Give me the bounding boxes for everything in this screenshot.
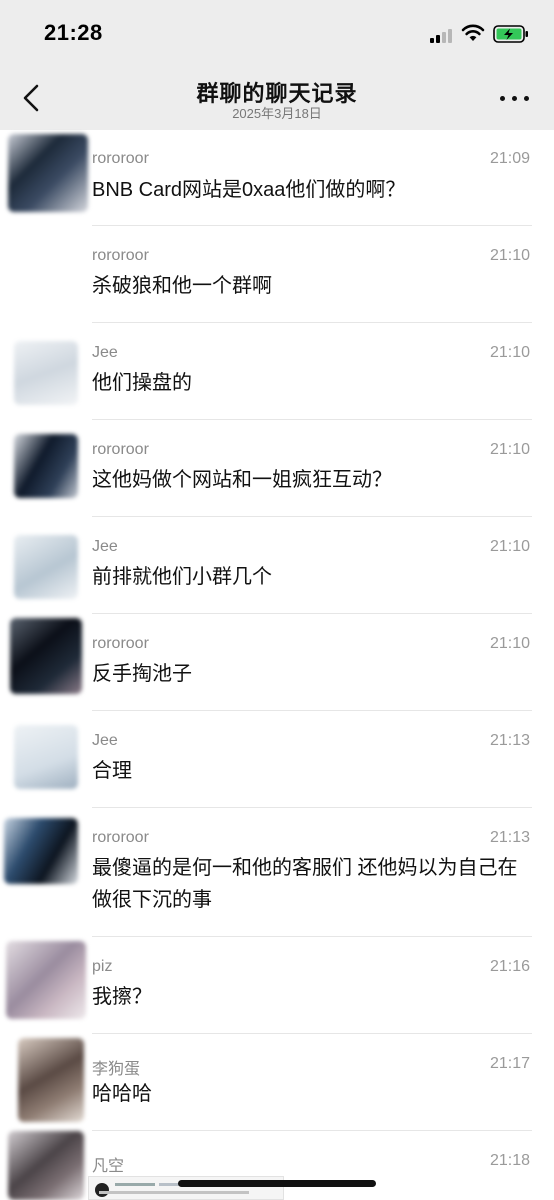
more-options-button[interactable]	[498, 86, 532, 110]
message-time: 21:13	[489, 829, 530, 846]
sender-name: rororoor	[92, 829, 149, 846]
message-row: rororoor 21:13 最傻逼的是何一和他的客服们 还他妈以为自己在做很下…	[0, 808, 554, 937]
sender-name: rororoor	[92, 150, 149, 167]
message-time: 21:13	[489, 732, 530, 749]
page-subtitle: 2025年3月18日	[232, 106, 322, 121]
message-text: BNB Card网站是0xaa他们做的啊？	[92, 179, 406, 201]
sender-name: Jee	[92, 732, 118, 749]
message-text: 最傻逼的是何一和他的客服们 还他妈以为自己在做很下沉的事	[92, 857, 518, 911]
avatar[interactable]	[10, 618, 82, 694]
message-time: 21:18	[489, 1152, 530, 1169]
message-text: 杀破狼和他一个群啊	[92, 275, 272, 297]
message-row: rororoor 21:10 反手掏池子	[0, 614, 554, 711]
home-indicator[interactable]	[178, 1180, 376, 1187]
message-row: Jee 21:13 合理	[0, 711, 554, 808]
sender-name: piz	[92, 958, 113, 975]
message-text: 这他妈做个网站和一姐疯狂互动？	[92, 469, 392, 491]
sender-name: rororoor	[92, 247, 149, 264]
message-time: 21:10	[489, 538, 530, 555]
sender-name: 凡空	[92, 1158, 125, 1175]
message-text: 我擦？	[92, 986, 152, 1008]
card-text-line	[99, 1191, 249, 1194]
message-time: 21:09	[489, 150, 530, 167]
message-time: 21:10	[489, 441, 530, 458]
message-time: 21:10	[489, 247, 530, 264]
nav-bar: 群聊的聊天记录 2025年3月18日	[0, 68, 554, 130]
message-time: 21:10	[489, 635, 530, 652]
message-row: rororoor 21:10 这他妈做个网站和一姐疯狂互动？	[0, 420, 554, 517]
message-row: piz 21:16 我擦？	[0, 937, 554, 1034]
message-row: 李狗蛋 21:17 哈哈哈	[0, 1034, 554, 1131]
message-row: rororoor 21:10 杀破狼和他一个群啊	[0, 226, 554, 323]
avatar[interactable]	[14, 535, 78, 599]
wifi-icon	[461, 24, 485, 41]
avatar[interactable]	[14, 725, 78, 789]
cellular-signal-icon	[430, 27, 456, 43]
message-time: 21:10	[489, 344, 530, 361]
battery-icon	[493, 25, 528, 43]
sender-name: 李狗蛋	[92, 1061, 141, 1078]
avatar[interactable]	[14, 434, 78, 498]
status-bar: 21:28	[0, 0, 554, 68]
message-time: 21:17	[489, 1055, 530, 1072]
avatar[interactable]	[18, 1038, 84, 1122]
sender-name: Jee	[92, 538, 118, 555]
message-row: Jee 21:10 他们操盘的	[0, 323, 554, 420]
sender-name: rororoor	[92, 441, 149, 458]
message-row: rororoor 21:09 BNB Card网站是0xaa他们做的啊？	[0, 130, 554, 226]
sender-name: Jee	[92, 344, 118, 361]
avatar[interactable]	[14, 341, 78, 405]
message-time: 21:16	[489, 958, 530, 975]
message-text: 他们操盘的	[92, 372, 192, 394]
message-text: 合理	[92, 760, 132, 782]
message-row: Jee 21:10 前排就他们小群几个	[0, 517, 554, 614]
message-text: 反手掏池子	[92, 663, 192, 685]
avatar[interactable]	[8, 1131, 84, 1200]
card-text-line	[115, 1183, 155, 1186]
avatar[interactable]	[8, 134, 88, 212]
message-text: 前排就他们小群几个	[92, 566, 272, 588]
message-text: 哈哈哈	[92, 1083, 152, 1105]
sender-name: rororoor	[92, 635, 149, 652]
card-avatar-icon	[95, 1183, 109, 1197]
avatar[interactable]	[6, 941, 86, 1019]
avatar[interactable]	[4, 818, 78, 884]
status-time: 21:28	[44, 20, 103, 45]
